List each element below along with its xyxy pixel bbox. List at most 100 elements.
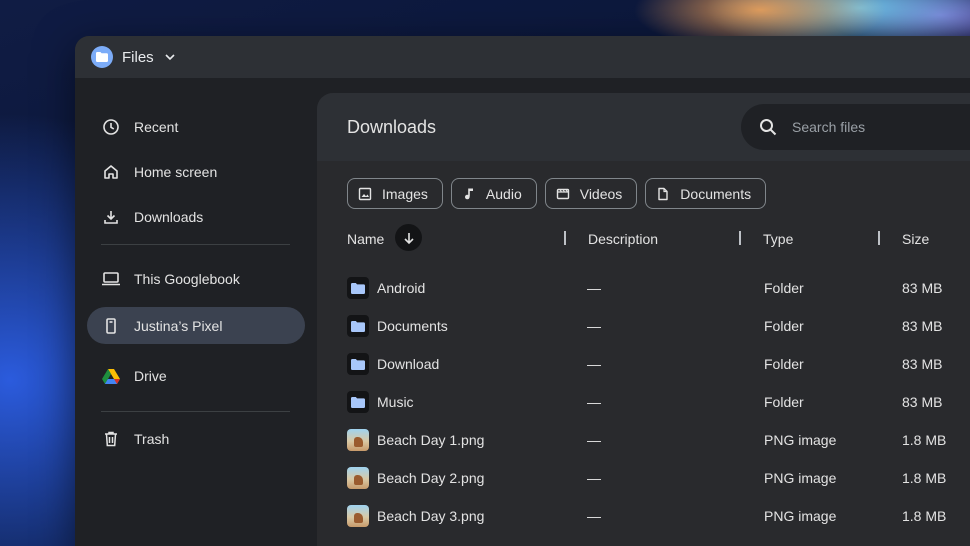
image-thumbnail-icon xyxy=(347,505,369,527)
sidebar-item-label: Trash xyxy=(134,430,170,447)
folder-icon xyxy=(347,315,369,337)
sidebar-divider xyxy=(101,411,290,412)
file-type: PNG image xyxy=(764,508,837,524)
image-thumbnail-icon xyxy=(347,467,369,489)
folder-icon xyxy=(347,353,369,375)
sidebar-item-home-screen[interactable]: Home screen xyxy=(87,153,305,190)
chevron-down-icon[interactable] xyxy=(164,51,176,63)
image-icon xyxy=(358,187,372,201)
sidebar-item-justinas-pixel[interactable]: Justina’s Pixel xyxy=(87,307,305,344)
file-size: 1.8 MB xyxy=(902,470,947,486)
main-header: Downloads xyxy=(317,93,970,161)
table-row[interactable]: Beach Day 1.png — PNG image 1.8 MB xyxy=(317,422,970,460)
document-icon xyxy=(656,187,670,201)
sidebar-divider xyxy=(101,244,290,245)
file-name: Music xyxy=(377,394,414,410)
file-type: Folder xyxy=(764,318,804,334)
search-input[interactable] xyxy=(792,119,942,135)
chip-label: Images xyxy=(382,185,428,202)
sidebar-item-drive[interactable]: Drive xyxy=(87,357,305,394)
sidebar-item-recent[interactable]: Recent xyxy=(87,108,305,145)
chip-videos[interactable]: Videos xyxy=(544,178,638,209)
sidebar-item-label: Home screen xyxy=(134,163,218,180)
chip-label: Videos xyxy=(579,185,623,202)
table-row[interactable]: Beach Day 2.png — PNG image 1.8 MB xyxy=(317,460,970,498)
files-app-icon xyxy=(91,46,113,68)
phone-icon xyxy=(101,316,121,336)
image-thumbnail-icon xyxy=(347,429,369,451)
sidebar-item-downloads[interactable]: Downloads xyxy=(87,198,305,235)
file-description: — xyxy=(587,280,601,296)
home-icon xyxy=(101,162,121,182)
file-description: — xyxy=(587,318,601,334)
file-size: 1.8 MB xyxy=(902,432,947,448)
file-type: Folder xyxy=(764,280,804,296)
file-type: Folder xyxy=(764,356,804,372)
file-description: — xyxy=(587,508,601,524)
sidebar-item-label: Justina’s Pixel xyxy=(134,317,223,334)
arrow-down-icon xyxy=(403,232,414,244)
film-icon xyxy=(556,187,570,201)
download-icon xyxy=(101,207,121,227)
chip-images[interactable]: Images xyxy=(347,178,443,209)
sidebar-item-label: Recent xyxy=(134,118,179,135)
file-description: — xyxy=(587,356,601,372)
column-header-size[interactable]: Size xyxy=(902,231,929,247)
search-box[interactable] xyxy=(741,104,970,150)
chip-documents[interactable]: Documents xyxy=(645,178,767,209)
column-resize-handle[interactable] xyxy=(564,231,566,245)
column-header-name[interactable]: Name xyxy=(347,231,384,247)
google-drive-icon xyxy=(101,366,121,386)
music-note-icon xyxy=(462,187,476,201)
file-name: Beach Day 3.png xyxy=(377,508,485,524)
search-icon xyxy=(760,119,777,136)
file-name: Beach Day 1.png xyxy=(377,432,485,448)
clock-icon xyxy=(101,117,121,137)
file-size: 83 MB xyxy=(902,356,943,372)
sidebar-item-this-googlebook[interactable]: This Googlebook xyxy=(87,260,305,297)
table-row[interactable]: Download — Folder 83 MB xyxy=(317,346,970,384)
file-name: Android xyxy=(377,280,426,296)
files-app-window: Files Recent Home screen Downloads This … xyxy=(75,36,970,546)
sidebar-item-label: Drive xyxy=(134,367,167,384)
trash-icon xyxy=(101,429,121,449)
column-resize-handle[interactable] xyxy=(878,231,880,245)
file-description: — xyxy=(587,394,601,410)
chip-label: Audio xyxy=(485,185,522,202)
sidebar-item-label: This Googlebook xyxy=(134,270,240,287)
file-type: PNG image xyxy=(764,432,837,448)
sort-descending-button[interactable] xyxy=(395,224,422,251)
file-size: 83 MB xyxy=(902,394,943,410)
page-title: Downloads xyxy=(347,116,437,137)
file-description: — xyxy=(587,432,601,448)
file-size: 1.8 MB xyxy=(902,508,947,524)
sidebar-item-label: Downloads xyxy=(134,208,204,225)
column-header-type[interactable]: Type xyxy=(763,231,793,247)
chip-audio[interactable]: Audio xyxy=(450,178,537,209)
file-name: Download xyxy=(377,356,440,372)
sidebar: Recent Home screen Downloads This Google… xyxy=(75,78,317,546)
sidebar-item-trash[interactable]: Trash xyxy=(87,420,305,457)
file-size: 83 MB xyxy=(902,280,943,296)
table-row[interactable]: Beach Day 3.png — PNG image 1.8 MB xyxy=(317,498,970,536)
folder-icon xyxy=(347,391,369,413)
column-header-row: Name Description Type Size xyxy=(317,223,970,255)
laptop-icon xyxy=(101,269,121,289)
file-size: 83 MB xyxy=(902,318,943,334)
file-description: — xyxy=(587,470,601,486)
file-type: Folder xyxy=(764,394,804,410)
app-title[interactable]: Files xyxy=(122,49,154,66)
column-resize-handle[interactable] xyxy=(739,231,741,245)
filter-chips: Images Audio Videos Documents xyxy=(347,178,767,209)
chip-label: Documents xyxy=(680,185,752,202)
table-row[interactable]: Android — Folder 83 MB xyxy=(317,270,970,308)
table-row[interactable]: Documents — Folder 83 MB xyxy=(317,308,970,346)
main-panel: Downloads Images Audio xyxy=(317,93,970,546)
file-name: Documents xyxy=(377,318,448,334)
column-header-description[interactable]: Description xyxy=(588,231,658,247)
table-row[interactable]: Music — Folder 83 MB xyxy=(317,384,970,422)
title-bar: Files xyxy=(75,36,970,78)
file-type: PNG image xyxy=(764,470,837,486)
folder-icon xyxy=(347,277,369,299)
file-name: Beach Day 2.png xyxy=(377,470,485,486)
